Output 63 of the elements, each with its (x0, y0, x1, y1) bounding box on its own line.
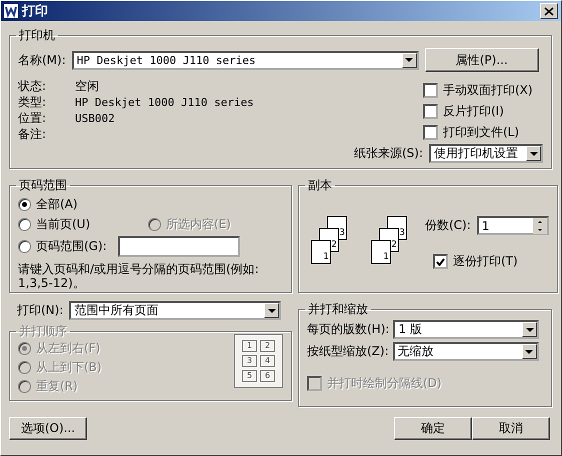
group-title: 页码范围 (18, 177, 68, 194)
paper-source-dropdown[interactable]: 使用打印机设置 (429, 144, 543, 163)
radio-label: 从左到右(F) (36, 340, 100, 357)
info-label: 类型: (18, 94, 48, 110)
hint-text: 请键入页码和/或用逗号分隔的页码范围(例如: 1,3,5-12)。 (18, 262, 260, 290)
window-title: 打印 (22, 3, 48, 20)
info-label: 状态: (18, 78, 48, 94)
checkbox[interactable] (423, 125, 438, 140)
page-number: 6 (260, 370, 275, 382)
print-dropdown[interactable]: 范围中所有页面 (69, 301, 282, 320)
radio-label: 从上到下(B) (36, 359, 102, 376)
cancel-button[interactable]: 取消 (472, 417, 550, 440)
page-sheet: 1 (371, 240, 391, 264)
copies-spinner[interactable]: 1 (476, 216, 549, 235)
field-label: 每页的版数(H): (307, 321, 390, 338)
radio-button[interactable] (18, 198, 31, 211)
check-icon (436, 258, 445, 266)
radio-label: 页码范围(G): (36, 238, 107, 255)
ok-button[interactable]: 确定 (394, 417, 472, 440)
close-button[interactable] (540, 3, 558, 19)
checkbox[interactable] (433, 254, 448, 269)
info-value: USB002 (75, 112, 115, 124)
pages-per-sheet-dropdown[interactable]: 1 版 (393, 320, 540, 339)
info-label: 位置: (18, 110, 48, 126)
field-label: 打印(N): (17, 302, 64, 319)
radio-button[interactable] (18, 218, 31, 231)
page-sheet: 1 (311, 240, 331, 264)
group-title: 并打顺序 (18, 323, 68, 340)
checkbox-label: 反片打印(I) (443, 103, 504, 120)
field-label: 纸张来源(S): (354, 145, 423, 162)
page-number: 4 (260, 355, 275, 367)
checkbox-label: 并打时绘制分隔线(D) (327, 375, 442, 392)
checkbox-label: 逐份打印(T) (453, 253, 518, 270)
page-number: 5 (242, 370, 257, 382)
radio-label: 当前页(U) (36, 216, 90, 233)
page-number: 1 (242, 340, 257, 352)
close-icon (544, 6, 554, 16)
checkbox-label: 手动双面打印(X) (443, 82, 533, 99)
checkbox-label: 打印到文件(L) (443, 124, 520, 141)
group-title: 并打和缩放 (307, 301, 369, 318)
options-button[interactable]: 选项(O)... (9, 417, 87, 440)
field-label: 份数(C): (425, 217, 471, 234)
radio-button[interactable] (18, 240, 31, 253)
scale-dropdown[interactable]: 无缩放 (392, 342, 539, 361)
page-number: 3 (242, 355, 257, 367)
checkbox[interactable] (423, 83, 438, 98)
radio-label: 所选内容(E) (166, 216, 231, 233)
field-label: 按纸型缩放(Z): (307, 343, 389, 360)
field-label: 名称(M): (18, 52, 66, 68)
radio-label: 重复(R) (36, 378, 78, 395)
page-range-field[interactable] (118, 236, 240, 257)
document-icon (4, 4, 18, 18)
info-value: HP Deskjet 1000 J110 series (75, 96, 254, 108)
page-number: 2 (260, 340, 275, 352)
info-value: 空闲 (75, 78, 99, 94)
radio-label: 全部(A) (36, 196, 78, 213)
printer-dropdown[interactable]: HP Deskjet 1000 J110 series (72, 50, 419, 70)
properties-button[interactable]: 属性(P)... (424, 48, 539, 72)
spin-arrows-icon[interactable] (532, 218, 547, 234)
group-title: 副本 (307, 177, 333, 194)
checkbox[interactable] (423, 104, 438, 119)
group-title: 打印机 (18, 27, 56, 44)
info-label: 备注: (18, 126, 48, 142)
